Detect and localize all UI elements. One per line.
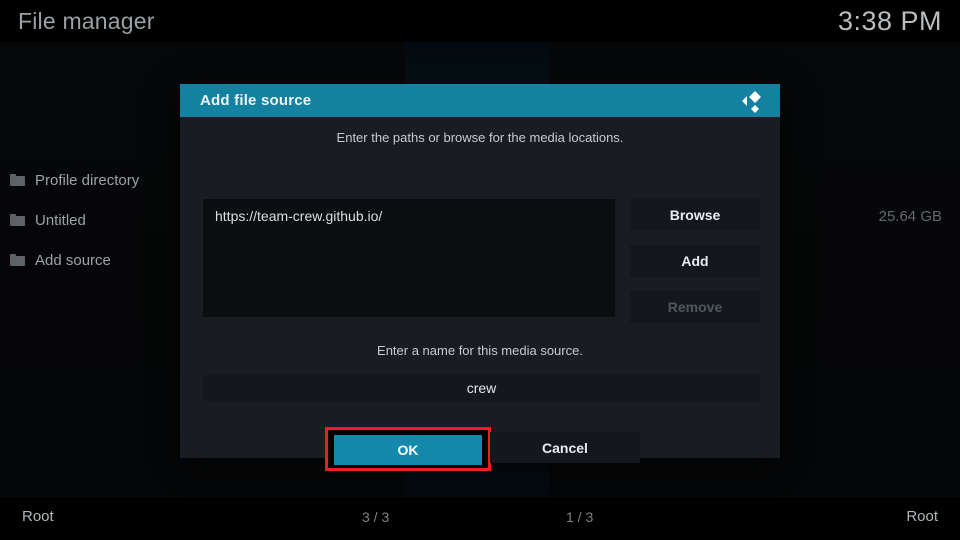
- file-list-left: Profile directory Untitled Add source: [0, 160, 200, 280]
- sidebar-item-label: Profile directory: [35, 171, 140, 189]
- sidebar-item-label: Add source: [35, 251, 111, 269]
- paths-hint-label: Enter the paths or browse for the media …: [336, 130, 624, 145]
- dialog-body: Enter the paths or browse for the media …: [180, 117, 780, 471]
- folder-icon: [10, 214, 25, 226]
- sidebar-item-label: Untitled: [35, 211, 86, 229]
- clock: 3:38 PM: [837, 6, 942, 36]
- sidebar-item-add-source[interactable]: Add source: [0, 240, 200, 280]
- status-right-path: Root: [906, 508, 938, 525]
- media-source-name-input[interactable]: crew: [203, 375, 760, 401]
- browse-button[interactable]: Browse: [630, 199, 760, 231]
- add-file-source-dialog: Add file source Enter the paths or brows…: [180, 84, 780, 471]
- status-right-count: 1 / 3: [566, 509, 594, 525]
- folder-icon: [10, 174, 25, 186]
- name-hint-label: Enter a name for this media source.: [377, 343, 583, 358]
- cancel-button[interactable]: Cancel: [490, 432, 640, 463]
- kodi-file-manager-screen: File manager 3:38 PM Profile directory U…: [0, 0, 960, 540]
- dialog-header: Add file source: [180, 84, 780, 117]
- ok-button[interactable]: OK: [334, 435, 482, 465]
- disk-size-label: 25.64 GB: [878, 208, 942, 225]
- paths-action-buttons: Browse Add Remove: [630, 199, 760, 337]
- ok-button-highlight-wrapper: OK: [325, 427, 491, 471]
- sidebar-item-profile-directory[interactable]: Profile directory: [0, 160, 200, 200]
- folder-icon: [10, 254, 25, 266]
- paths-list[interactable]: https://team-crew.github.io/: [203, 199, 615, 317]
- status-left-count: 3 / 3: [362, 509, 390, 525]
- dialog-title: Add file source: [200, 92, 312, 109]
- remove-button: Remove: [630, 291, 760, 323]
- page-title: File manager: [18, 8, 155, 34]
- add-button[interactable]: Add: [630, 245, 760, 277]
- bottom-bar: [0, 497, 960, 540]
- sidebar-item-untitled[interactable]: Untitled: [0, 200, 200, 240]
- path-list-item[interactable]: https://team-crew.github.io/: [215, 208, 603, 224]
- kodi-logo-icon: [736, 87, 766, 115]
- status-left-path: Root: [22, 508, 54, 525]
